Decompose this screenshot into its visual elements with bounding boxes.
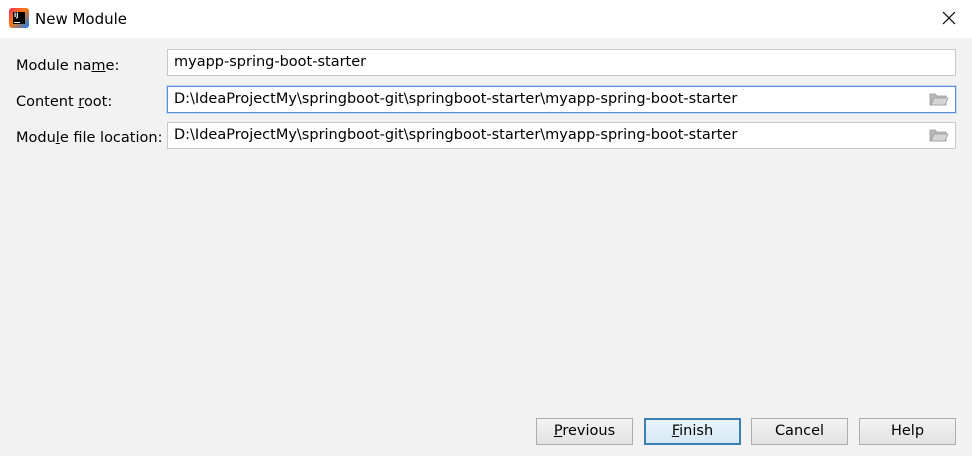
- close-icon: [942, 10, 956, 29]
- help-button[interactable]: Help: [859, 418, 956, 445]
- cancel-button[interactable]: Cancel: [751, 418, 848, 445]
- title-bar[interactable]: IJ New Module: [0, 0, 972, 38]
- module-name-label: Module name:: [16, 58, 120, 74]
- intellij-idea-icon: IJ: [9, 8, 29, 28]
- content-root-label: Content root:: [16, 94, 113, 110]
- module-file-location-input[interactable]: D:\IdeaProjectMy\springboot-git\springbo…: [167, 122, 956, 149]
- finish-button[interactable]: Finish: [644, 418, 741, 445]
- content-root-input[interactable]: D:\IdeaProjectMy\springboot-git\springbo…: [167, 86, 956, 113]
- folder-icon[interactable]: [929, 91, 949, 107]
- folder-icon[interactable]: [929, 127, 949, 143]
- new-module-dialog: IJ New Module Module name: myapp-spring-…: [0, 0, 972, 456]
- module-name-input[interactable]: myapp-spring-boot-starter: [167, 49, 956, 76]
- dialog-title: New Module: [35, 10, 128, 28]
- module-file-location-label: Module file location:: [16, 130, 163, 146]
- previous-button[interactable]: Previous: [536, 418, 633, 445]
- close-button[interactable]: [926, 0, 972, 38]
